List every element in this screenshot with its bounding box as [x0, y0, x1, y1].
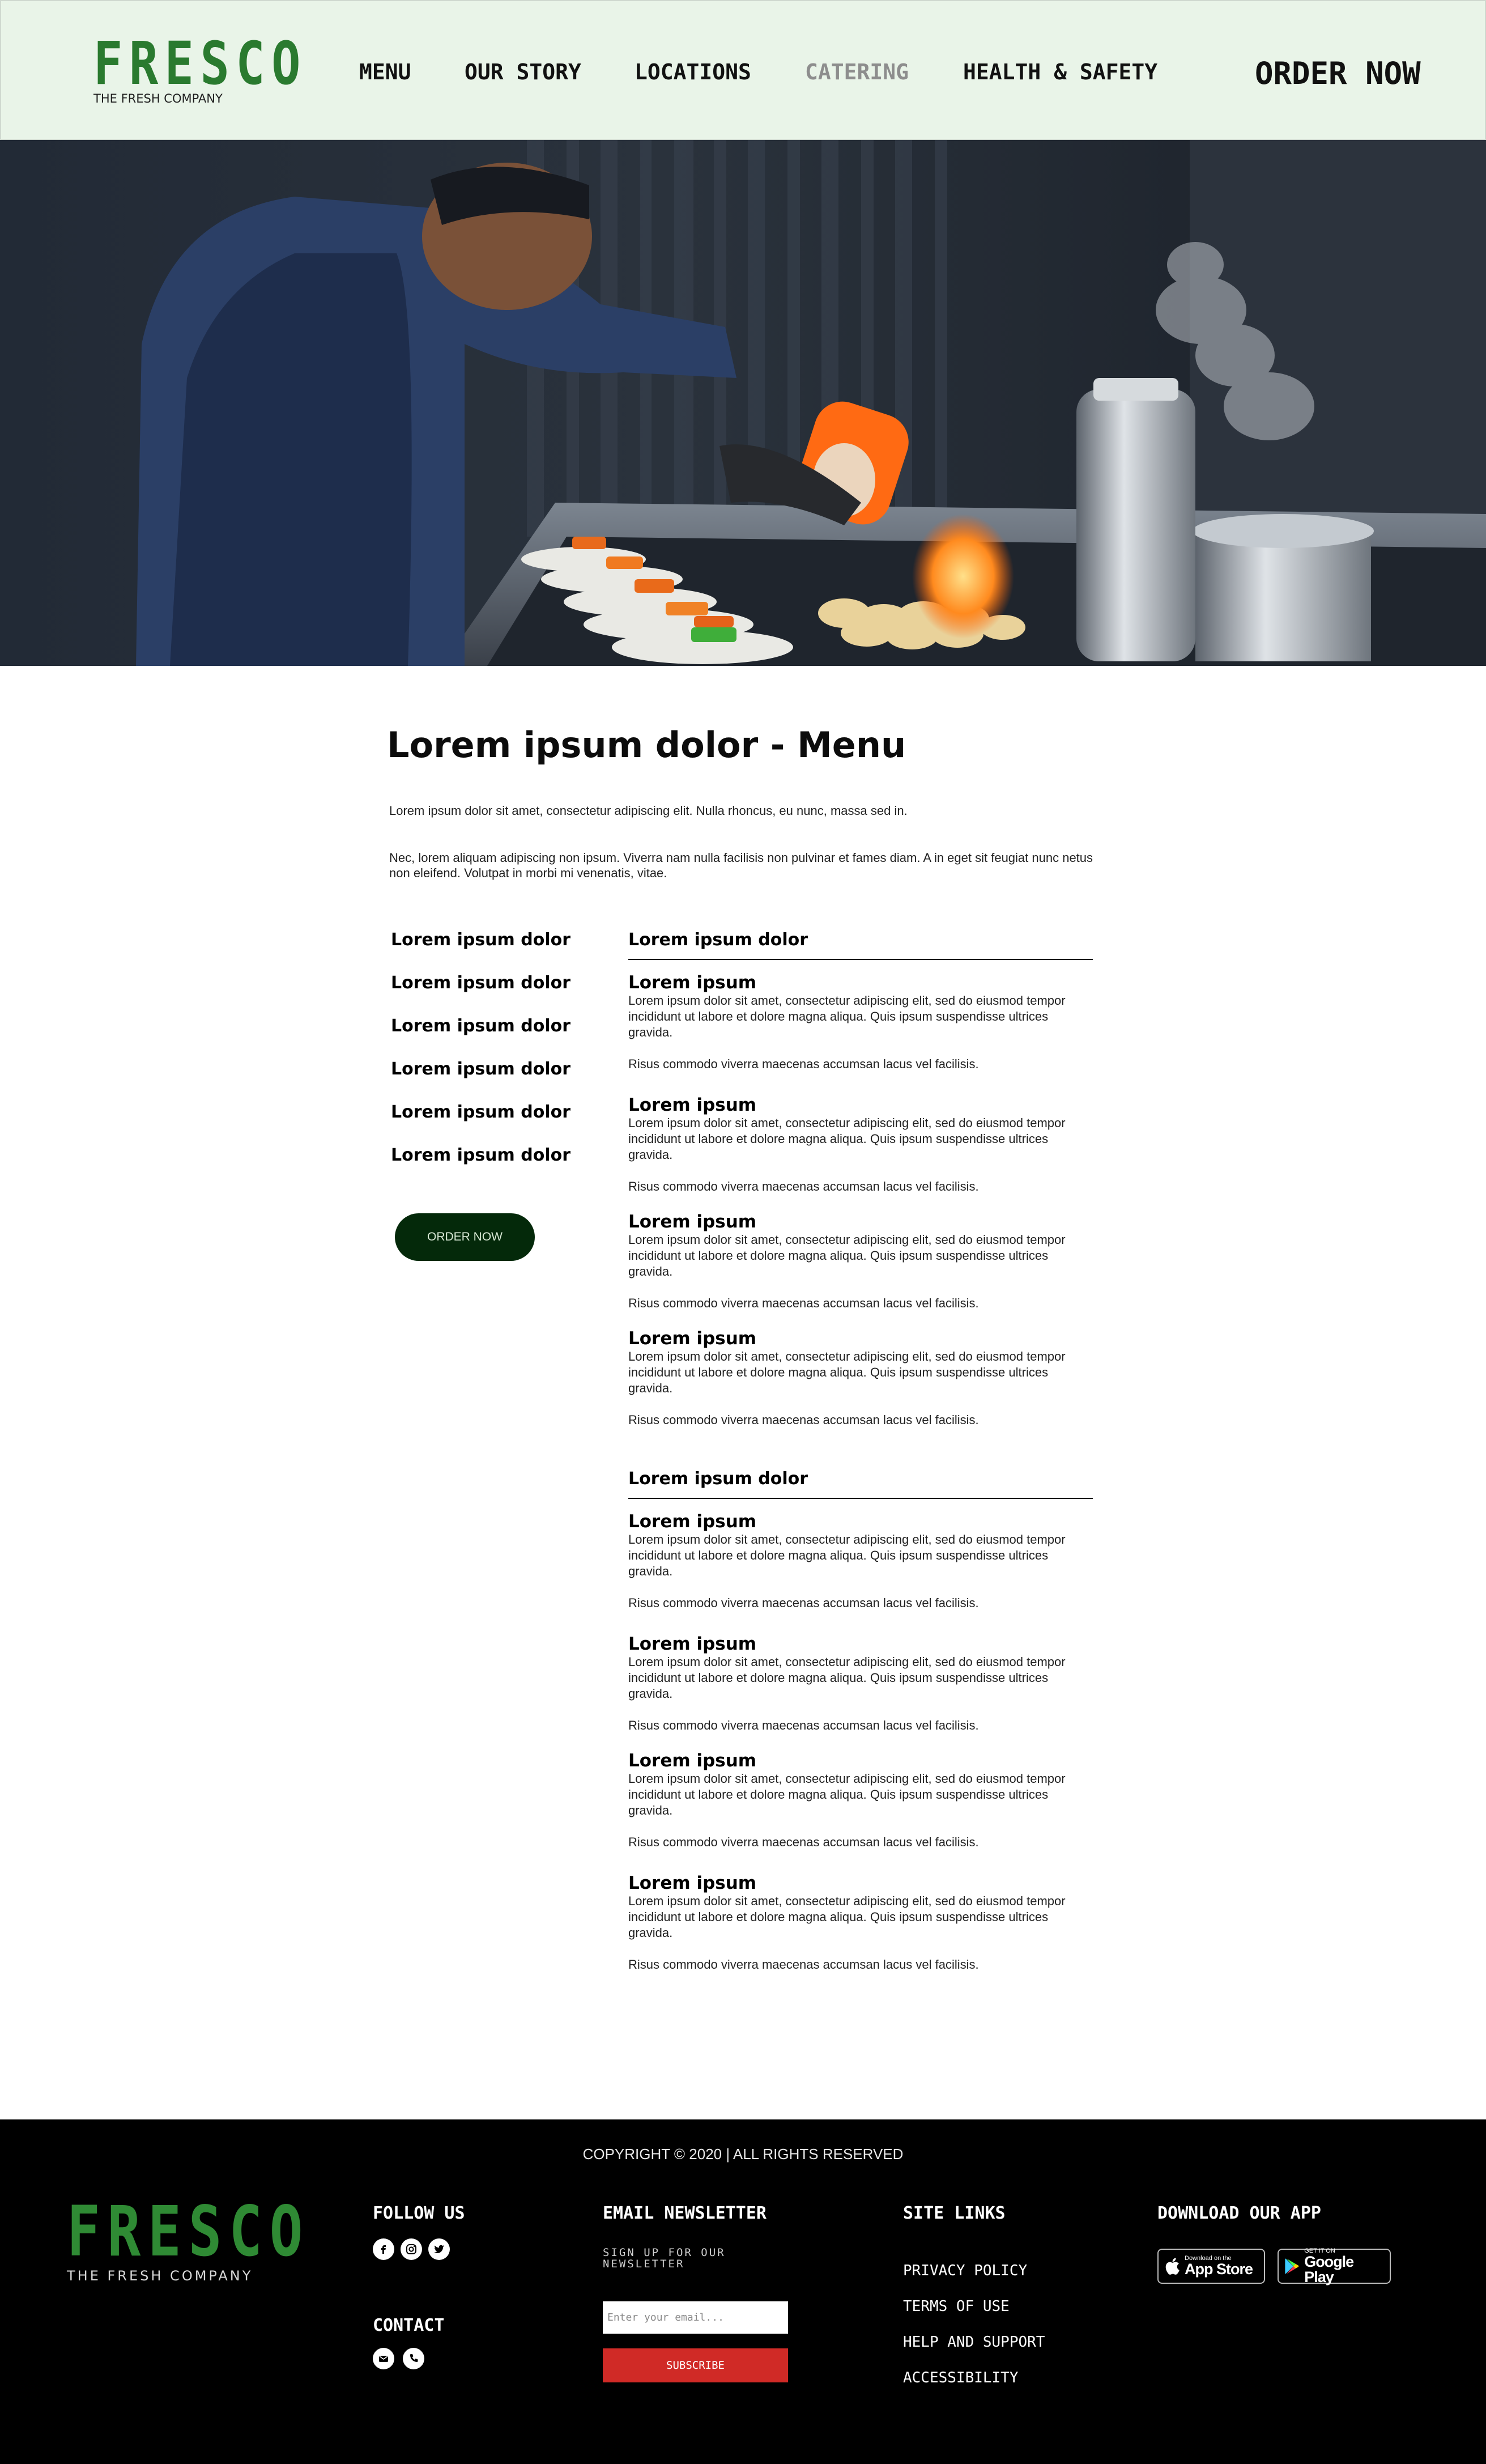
menu-item-note: Risus commodo viverra maecenas accumsan … — [628, 1957, 979, 1972]
menu-item-description: Lorem ipsum dolor sit amet, consectetur … — [628, 1655, 1066, 1701]
menu-item: Lorem ipsum Lorem ipsum dolor sit amet, … — [628, 1512, 1093, 1611]
terms-of-use-link[interactable]: TERMS OF USE — [903, 2298, 1010, 2315]
email-icon[interactable] — [373, 2348, 394, 2369]
category-link-4[interactable]: Lorem ipsum dolor — [391, 1059, 570, 1079]
newsletter-email-input[interactable] — [603, 2301, 788, 2334]
menu-item: Lorem ipsum Lorem ipsum dolor sit amet, … — [628, 1212, 1093, 1311]
category-link-5[interactable]: Lorem ipsum dolor — [391, 1102, 570, 1122]
menu-item-description: Lorem ipsum dolor sit amet, consectetur … — [628, 1894, 1066, 1940]
category-link-2[interactable]: Lorem ipsum dolor — [391, 973, 570, 993]
menu-item-description: Lorem ipsum dolor sit amet, consectetur … — [628, 993, 1066, 1039]
page-title: Lorem ipsum dolor - Menu — [387, 724, 906, 766]
category-link-1[interactable]: Lorem ipsum dolor — [391, 930, 570, 950]
intro-paragraph-1: Lorem ipsum dolor sit amet, consectetur … — [389, 804, 908, 818]
menu-item-description: Lorem ipsum dolor sit amet, consectetur … — [628, 1771, 1066, 1817]
follow-us-heading: FOLLOW US — [373, 2203, 465, 2223]
intro-paragraph-2: Nec, lorem aliquam adipiscing non ipsum.… — [389, 851, 1093, 880]
hero-image — [0, 140, 1486, 666]
section-divider — [628, 1498, 1093, 1499]
google-play-big-text: Google Play — [1304, 2253, 1354, 2285]
menu-item-note: Risus commodo viverra maecenas accumsan … — [628, 1296, 979, 1310]
menu-item-name: Lorem ipsum — [628, 1511, 757, 1532]
apple-icon — [1165, 2258, 1180, 2275]
nav-item-our-story[interactable]: OUR STORY — [465, 60, 581, 84]
menu-item-note: Risus commodo viverra maecenas accumsan … — [628, 1835, 979, 1849]
menu-item: Lorem ipsum Lorem ipsum dolor sit amet, … — [628, 973, 1093, 1072]
twitter-icon[interactable] — [428, 2238, 450, 2260]
privacy-policy-link[interactable]: PRIVACY POLICY — [903, 2262, 1027, 2279]
phone-icon[interactable] — [403, 2348, 424, 2369]
contact-heading: CONTACT — [373, 2316, 445, 2335]
nav-item-health-safety[interactable]: HEALTH & SAFETY — [963, 60, 1157, 84]
google-play-icon — [1285, 2258, 1299, 2274]
copyright-text: COPYRIGHT © 2020 | ALL RIGHTS RESERVED — [582, 2146, 904, 2163]
site-header: FRESCO THE FRESH COMPANY MENU OUR STORY … — [0, 0, 1486, 140]
menu-item: Lorem ipsum Lorem ipsum dolor sit amet, … — [628, 1751, 1093, 1850]
menu-section-title: Lorem ipsum dolor — [628, 930, 808, 950]
menu-item-note: Risus commodo viverra maecenas accumsan … — [628, 1718, 979, 1732]
menu-item: Lorem ipsum Lorem ipsum dolor sit amet, … — [628, 1634, 1093, 1734]
menu-item-name: Lorem ipsum — [628, 1873, 757, 1893]
menu-section-title: Lorem ipsum dolor — [628, 1469, 808, 1489]
app-store-big-text: App Store — [1185, 2261, 1253, 2278]
app-store-badge[interactable]: Download on the App Store — [1157, 2249, 1265, 2284]
section-divider — [628, 959, 1093, 960]
menu-item-name: Lorem ipsum — [628, 1212, 757, 1232]
menu-item-description: Lorem ipsum dolor sit amet, consectetur … — [628, 1116, 1066, 1162]
menu-item-name: Lorem ipsum — [628, 972, 757, 993]
download-app-heading: DOWNLOAD OUR APP — [1157, 2203, 1321, 2223]
order-now-button[interactable]: ORDER NOW — [395, 1213, 535, 1261]
accessibility-link[interactable]: ACCESSIBILITY — [903, 2369, 1019, 2386]
menu-item: Lorem ipsum Lorem ipsum dolor sit amet, … — [628, 1095, 1093, 1195]
menu-item-description: Lorem ipsum dolor sit amet, consectetur … — [628, 1349, 1066, 1395]
menu-item-note: Risus commodo viverra maecenas accumsan … — [628, 1057, 979, 1071]
newsletter-subtitle: SIGN UP FOR OUR NEWSLETTER — [603, 2246, 726, 2270]
chef-torching-plated-dishes-photo — [0, 140, 1486, 666]
instagram-icon[interactable] — [401, 2238, 422, 2260]
menu-item-note: Risus commodo viverra maecenas accumsan … — [628, 1596, 979, 1610]
menu-item-description: Lorem ipsum dolor sit amet, consectetur … — [628, 1233, 1066, 1278]
order-now-link[interactable]: ORDER NOW — [1255, 56, 1421, 91]
facebook-icon[interactable] — [373, 2238, 394, 2260]
category-link-6[interactable]: Lorem ipsum dolor — [391, 1145, 570, 1165]
site-footer: FRESCO THE FRESH COMPANY FOLLOW US CONTA… — [0, 2119, 1486, 2464]
menu-item-note: Risus commodo viverra maecenas accumsan … — [628, 1413, 979, 1427]
menu-item: Lorem ipsum Lorem ipsum dolor sit amet, … — [628, 1329, 1093, 1428]
footer-brand-name: FRESCO — [67, 2191, 310, 2272]
nav-item-locations[interactable]: LOCATIONS — [635, 60, 751, 84]
menu-item-name: Lorem ipsum — [628, 1634, 757, 1654]
category-link-3[interactable]: Lorem ipsum dolor — [391, 1016, 570, 1036]
menu-item-name: Lorem ipsum — [628, 1751, 757, 1771]
menu-item-name: Lorem ipsum — [628, 1095, 757, 1115]
newsletter-heading: EMAIL NEWSLETTER — [603, 2203, 767, 2223]
menu-item-description: Lorem ipsum dolor sit amet, consectetur … — [628, 1532, 1066, 1578]
menu-item-note: Risus commodo viverra maecenas accumsan … — [628, 1179, 979, 1193]
menu-item: Lorem ipsum Lorem ipsum dolor sit amet, … — [628, 1874, 1093, 1973]
footer-logo[interactable]: FRESCO THE FRESH COMPANY — [67, 2191, 371, 2284]
brand-logo[interactable]: FRESCO THE FRESH COMPANY — [93, 29, 307, 105]
help-support-link[interactable]: HELP AND SUPPORT — [903, 2334, 1045, 2351]
nav-item-catering[interactable]: CATERING — [805, 60, 909, 84]
nav-item-menu[interactable]: MENU — [359, 60, 411, 84]
menu-item-name: Lorem ipsum — [628, 1328, 757, 1349]
subscribe-button[interactable]: SUBSCRIBE — [603, 2348, 788, 2382]
brand-name: FRESCO — [93, 29, 307, 98]
site-links-heading: SITE LINKS — [903, 2203, 1006, 2223]
google-play-badge[interactable]: GET IT ON Google Play — [1278, 2248, 1391, 2285]
